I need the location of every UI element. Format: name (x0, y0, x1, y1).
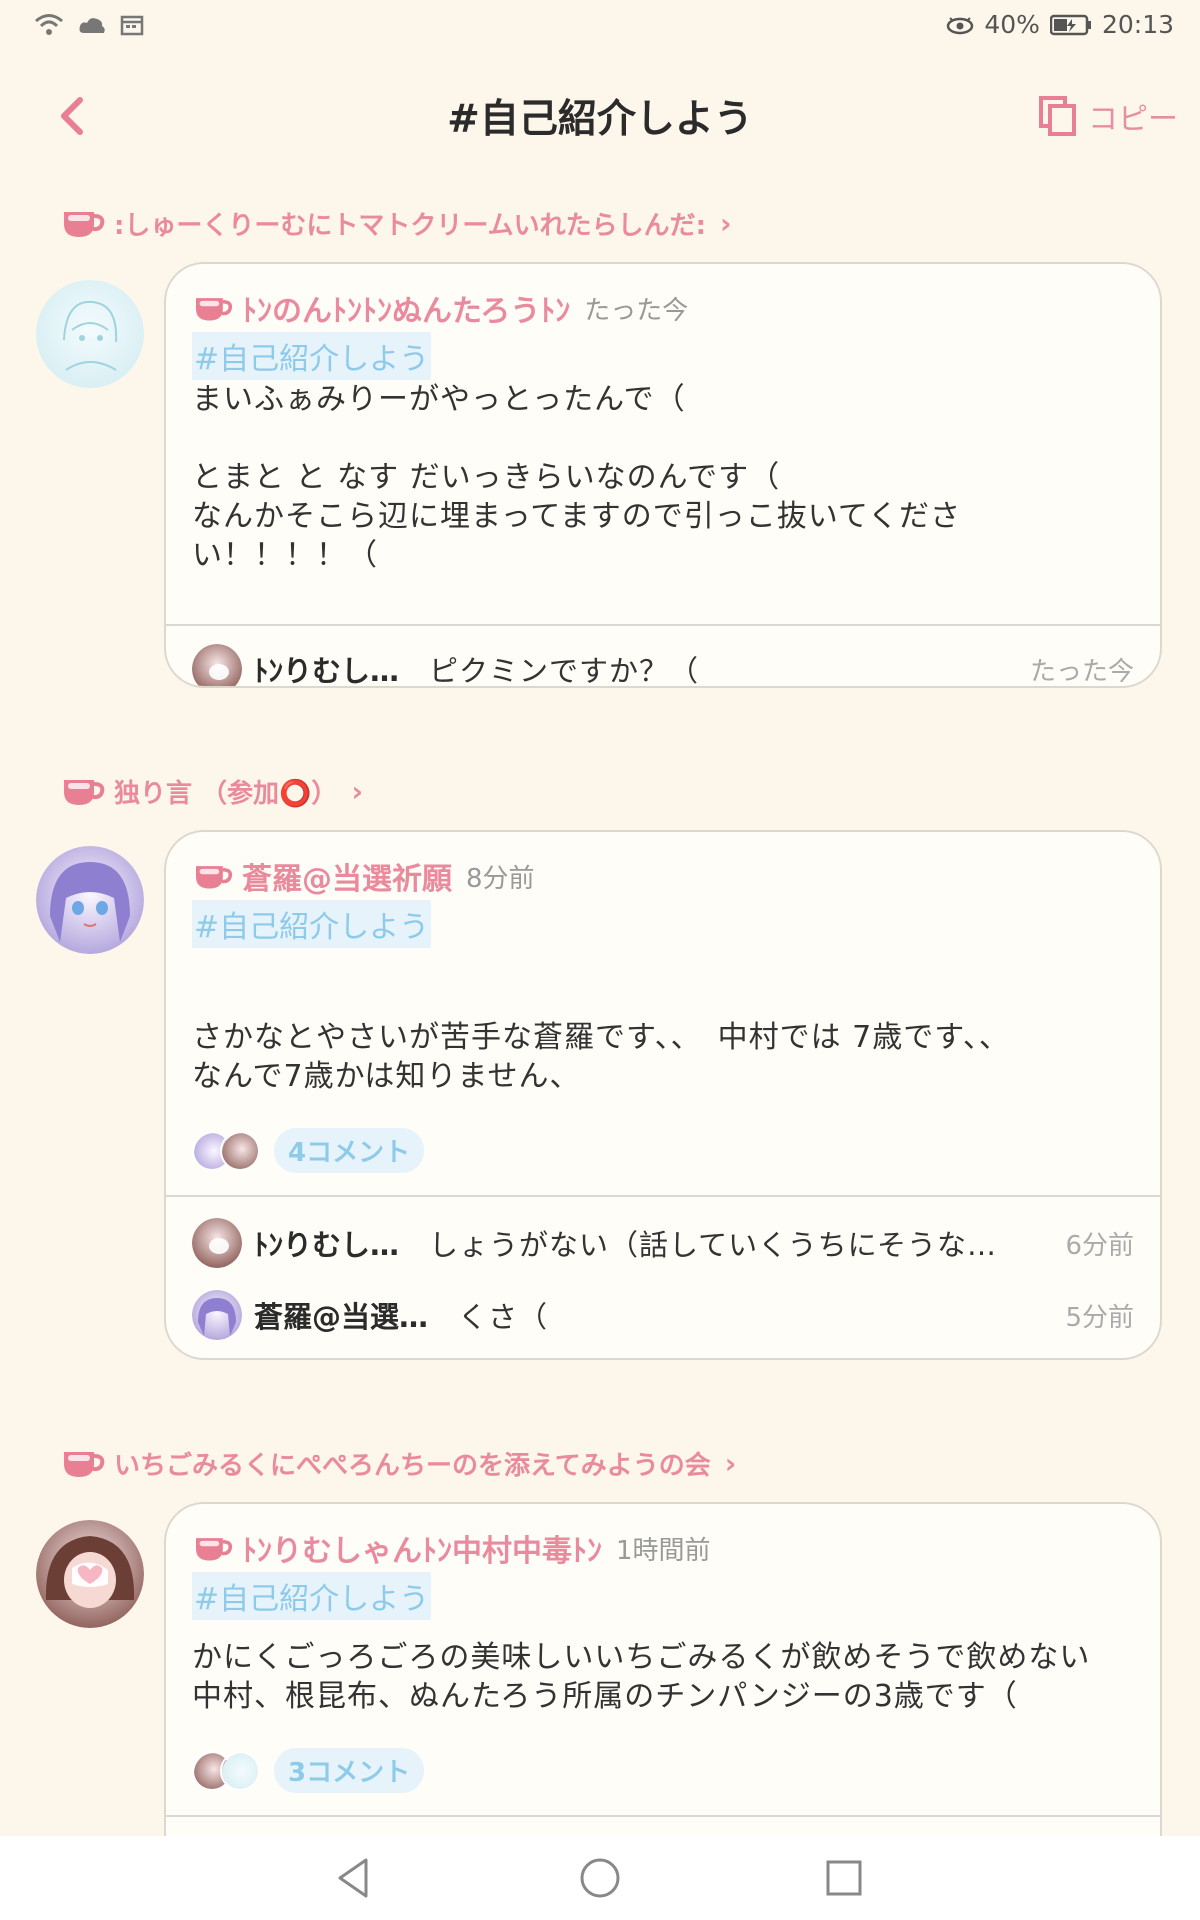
reply-row[interactable]: 蒼羅@当選… くさ（ 5分前 (166, 1279, 1160, 1351)
square-recents-icon (826, 1860, 862, 1896)
post-author[interactable]: 蒼羅@当選祈願 (242, 854, 452, 898)
community-name: いちごみるくにぺぺろんちーのを添えてみようの会 (114, 1450, 711, 1481)
reply-time: たった今 (1029, 656, 1134, 687)
hashtag[interactable]: #自己紹介しよう (192, 900, 432, 948)
post-time: 8分前 (466, 863, 535, 894)
reply-time: 5分前 (1065, 1302, 1134, 1333)
community-name: 独り言 （参加⭕） (114, 778, 338, 809)
calendar-icon (120, 15, 144, 36)
tea-cup-icon (196, 866, 233, 889)
divider (166, 1815, 1160, 1817)
battery-icon (1049, 14, 1091, 35)
community-link[interactable]: :しゅーくりーむにトマトクリームいれたらしんだ: › (60, 204, 732, 242)
tea-cup-icon (196, 298, 233, 321)
post-text: かにくごっろごろの美味しいいちごみるくが飲めそうで飲めない 中村、根昆布、ぬんた… (192, 1640, 1091, 1714)
tea-cup-icon (64, 1452, 105, 1477)
post-time: たった今 (584, 295, 689, 326)
page-title: #自己紹介しよう (447, 97, 753, 142)
chevron-right-icon: › (720, 206, 732, 240)
reply-text: くさ（ (458, 1300, 549, 1334)
community-name: :しゅーくりーむにトマトクリームいれたらしんだ: (114, 210, 707, 241)
top-app-bar: #自己紹介しよう コピー (0, 76, 1200, 156)
battery-percent: 40% (984, 10, 1040, 39)
circle-home-icon (580, 1858, 620, 1898)
post-card[interactable]: ﾄﾝのんﾄﾝﾄﾝぬんたろうﾄﾝ たった今 #自己紹介しよう まいふぁみりーがやっ… (164, 262, 1162, 688)
comment-count[interactable]: 3コメント (274, 1748, 425, 1793)
system-navigation-bar (0, 1836, 1200, 1920)
commenter-avatars (192, 1130, 264, 1171)
tea-cup-icon (64, 780, 105, 805)
reply-row[interactable]: ﾄﾝりむし… ピクミンですか？（ たった今 (166, 626, 1160, 688)
chevron-right-icon: › (724, 1446, 737, 1480)
copy-button[interactable]: コピー (1038, 94, 1178, 138)
reply-avatar (192, 1218, 242, 1268)
reply-text: しょうがない（話していくうちにそうな… (429, 1228, 997, 1262)
reply-time: 6分前 (1065, 1230, 1134, 1261)
wifi-icon (35, 14, 63, 35)
reply-author: ﾄﾝりむし… (254, 654, 400, 688)
eye-comfort-icon (947, 16, 974, 34)
chevron-right-icon: › (351, 774, 363, 808)
post-card[interactable]: ﾄﾝりむしゃんﾄﾝ中村中毒ﾄﾝ 1時間前 #自己紹介しよう かにくごっろごろの美… (164, 1502, 1162, 1882)
community-link[interactable]: 独り言 （参加⭕） › (60, 772, 363, 810)
hashtag[interactable]: #自己紹介しよう (192, 1572, 432, 1620)
avatar[interactable] (36, 846, 144, 954)
tea-cup-icon (196, 1538, 233, 1561)
community-link[interactable]: いちごみるくにぺぺろんちーのを添えてみようの会 › (60, 1444, 736, 1482)
reply-avatar (192, 644, 242, 686)
post-author[interactable]: ﾄﾝりむしゃんﾄﾝ中村中毒ﾄﾝ (242, 1526, 602, 1570)
post-text: さかなとやさいが苦手な蒼羅です、、 中村では 7歳です、、 なんで7歳かは知りま… (192, 1020, 1010, 1094)
reply-row[interactable]: ﾄﾝりむし… しょうがない（話していくうちにそうな… 6分前 (166, 1207, 1160, 1279)
divider (166, 1195, 1160, 1197)
status-bar: 40% 20:13 (0, 0, 1200, 56)
nav-recents-button[interactable] (820, 1854, 868, 1902)
copy-icon (1039, 96, 1076, 136)
comment-summary[interactable]: 4コメント (192, 1128, 1134, 1173)
comment-summary[interactable]: 3コメント (192, 1748, 1134, 1793)
commenter-avatars (192, 1750, 264, 1791)
avatar[interactable] (36, 1520, 144, 1628)
triangle-back-icon (338, 1858, 368, 1898)
cloud-icon (79, 18, 105, 33)
tea-cup-icon (64, 212, 105, 237)
comment-count[interactable]: 4コメント (274, 1128, 425, 1173)
post-card[interactable]: 蒼羅@当選祈願 8分前 #自己紹介しよう さかなとやさいが苦手な蒼羅です、、 中… (164, 830, 1162, 1360)
post-author[interactable]: ﾄﾝのんﾄﾝﾄﾝぬんたろうﾄﾝ (242, 286, 570, 330)
hashtag[interactable]: #自己紹介しよう (192, 332, 432, 380)
nav-home-button[interactable] (576, 1854, 624, 1902)
clock: 20:13 (1101, 10, 1174, 39)
reply-author: 蒼羅@当選… (254, 1300, 429, 1334)
reply-avatar (192, 1290, 242, 1340)
avatar[interactable] (36, 280, 144, 388)
post-time: 1時間前 (616, 1535, 711, 1566)
nav-back-button[interactable] (330, 1854, 378, 1902)
reply-text: ピクミンですか？（ (429, 654, 700, 688)
copy-label: コピー (1088, 102, 1178, 137)
reply-author: ﾄﾝりむし… (254, 1228, 400, 1262)
post-text: まいふぁみりーがやっとったんで（ とまと と なす だいっきらいなのんです（ な… (192, 382, 961, 573)
